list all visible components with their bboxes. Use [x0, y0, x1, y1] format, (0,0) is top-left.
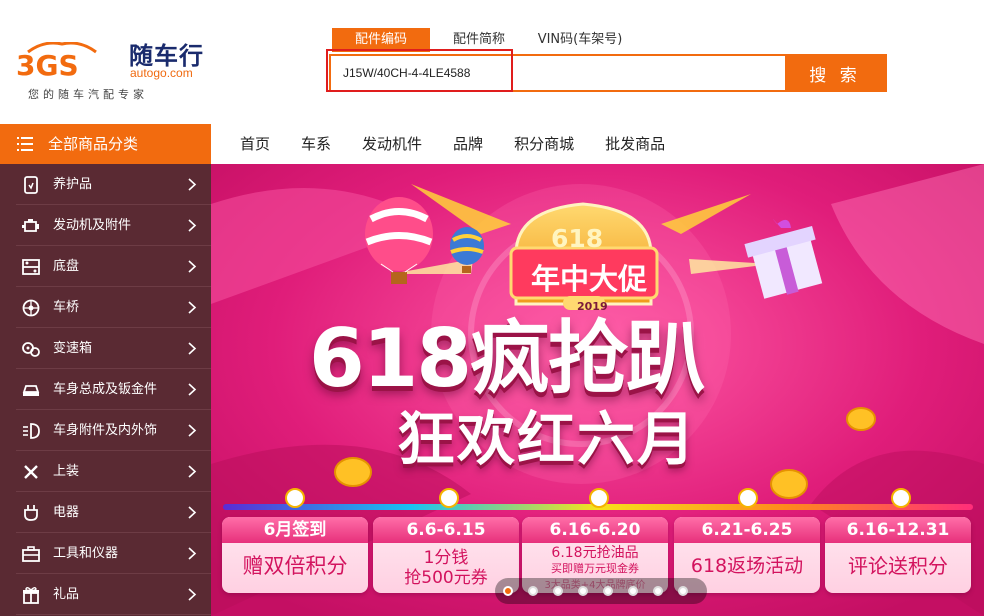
logo-brand-en: autogo.com: [130, 66, 193, 80]
carousel-dot[interactable]: [553, 586, 563, 596]
sidebar-item-tools[interactable]: 工具和仪器: [16, 533, 211, 574]
sidebar-item-car-body[interactable]: 车身总成及钣金件: [16, 369, 211, 410]
gearbox-icon: [22, 342, 40, 357]
promo-card-body: 6.18元抢油品: [551, 545, 639, 561]
category-sidebar: 养护品 发动机及附件 底盘 车桥 变速箱 车身总成及钣金件 车身附件及内外饰 上…: [0, 164, 211, 616]
search-tab-vin[interactable]: VIN码(车架号): [532, 28, 628, 52]
logo-mark-icon: 3GS: [16, 42, 97, 78]
sidebar-item-label: 车身总成及钣金件: [53, 382, 158, 397]
sidebar-item-label: 发动机及附件: [53, 218, 132, 233]
chevron-right-icon: [188, 178, 197, 191]
site-header: 3GS 随车行 autogo.com 您的随车汽配专家 配件编码 配件简称 VI…: [0, 0, 984, 124]
engine-icon: [22, 219, 39, 232]
tools-cross-icon: [24, 465, 38, 479]
sidebar-item-axle[interactable]: 车桥: [16, 287, 211, 328]
nav-link-wholesale[interactable]: 批发商品: [605, 124, 665, 164]
nav-link-engine-parts[interactable]: 发动机件: [362, 124, 422, 164]
chevron-right-icon: [188, 260, 197, 273]
sidebar-item-gearbox[interactable]: 变速箱: [16, 328, 211, 369]
chevron-right-icon: [188, 219, 197, 232]
badge-title: 年中大促: [531, 262, 648, 296]
toolbox-icon: [22, 546, 40, 562]
sidebar-item-chassis[interactable]: 底盘: [16, 246, 211, 287]
sidebar-item-label: 礼品: [53, 587, 80, 602]
promo-card-sub: 买即赠万元现金券: [551, 562, 639, 575]
sidebar-item-upper-body[interactable]: 上装: [16, 451, 211, 492]
chevron-right-icon: [188, 424, 197, 437]
site-logo[interactable]: 3GS 随车行 autogo.com 您的随车汽配专家: [14, 36, 204, 102]
sidebar-item-label: 底盘: [53, 259, 80, 274]
promo-card-head: 6.6-6.15: [373, 517, 519, 543]
carousel-dot[interactable]: [578, 586, 588, 596]
chevron-right-icon: [188, 588, 197, 601]
search-button[interactable]: 搜 索: [785, 56, 885, 90]
axle-icon: [22, 299, 40, 317]
badge-number: 618: [551, 224, 604, 253]
nav-link-points-mall[interactable]: 积分商城: [514, 124, 574, 164]
carousel-dot[interactable]: [628, 586, 638, 596]
carousel-dot[interactable]: [653, 586, 663, 596]
nav-link-brand[interactable]: 品牌: [453, 124, 483, 164]
sidebar-item-engine[interactable]: 发动机及附件: [16, 205, 211, 246]
nav-link-home[interactable]: 首页: [240, 124, 270, 164]
chevron-right-icon: [188, 383, 197, 396]
main-nav: 全部商品分类 首页 车系 发动机件 品牌 积分商城 批发商品: [0, 124, 984, 164]
nav-link-car-series[interactable]: 车系: [301, 124, 331, 164]
sidebar-item-label: 变速箱: [53, 341, 93, 356]
logo-slogan: 您的随车汽配专家: [28, 88, 148, 101]
maintenance-icon: [24, 176, 38, 194]
sidebar-item-label: 上装: [53, 464, 80, 479]
promo-card-review[interactable]: 6.16-12.31 评论送积分: [825, 517, 971, 593]
promo-card-body: 赠双倍积分: [242, 554, 348, 578]
sidebar-item-label: 车身附件及内外饰: [53, 423, 158, 438]
sidebar-item-body-accessories[interactable]: 车身附件及内外饰: [16, 410, 211, 451]
chevron-right-icon: [188, 547, 197, 560]
sidebar-item-maintenance[interactable]: 养护品: [16, 164, 211, 205]
list-menu-icon: [17, 137, 33, 151]
promo-card-head: 6.16-6.20: [522, 517, 668, 543]
promo-card-body: 1分钱: [423, 548, 469, 568]
promo-card-head: 6.21-6.25: [674, 517, 820, 543]
banner-subheadline: 狂欢红六月: [397, 405, 698, 473]
plug-icon: [24, 505, 38, 521]
promo-card-body: 评论送积分: [848, 554, 948, 578]
sidebar-item-label: 养护品: [53, 177, 93, 192]
promo-card-head: 6月签到: [222, 517, 368, 543]
svg-text:3GS: 3GS: [16, 49, 79, 78]
promo-card-body: 618返场活动: [690, 555, 804, 577]
car-body-icon: [22, 385, 40, 396]
chassis-icon: [22, 259, 40, 275]
carousel-pagination: [495, 578, 707, 604]
carousel-dot[interactable]: [603, 586, 613, 596]
promo-card-head: 6.16-12.31: [825, 517, 971, 543]
nav-links: 首页 车系 发动机件 品牌 积分商城 批发商品: [240, 124, 696, 164]
search-tab-part-code[interactable]: 配件编码: [332, 28, 430, 52]
gift-icon: [23, 587, 39, 604]
chevron-right-icon: [188, 301, 197, 314]
sidebar-item-label: 电器: [53, 505, 80, 520]
carousel-dot[interactable]: [678, 586, 688, 596]
sidebar-item-electrical[interactable]: 电器: [16, 492, 211, 533]
search-box: 搜 索: [329, 54, 887, 92]
promo-banner[interactable]: 618 年中大促 2019 618疯抢趴 狂欢红六月 6月签到 赠双倍积分 6.…: [211, 164, 984, 616]
all-categories-label: 全部商品分类: [48, 135, 139, 153]
sidebar-item-label: 工具和仪器: [53, 546, 119, 561]
promo-card-signin[interactable]: 6月签到 赠双倍积分: [222, 517, 368, 593]
sidebar-item-gifts[interactable]: 礼品: [16, 574, 211, 615]
search-tab-part-name[interactable]: 配件简称: [446, 28, 512, 52]
headlight-icon: [23, 423, 40, 439]
all-categories-button[interactable]: 全部商品分类: [0, 124, 211, 164]
search-input[interactable]: [331, 56, 787, 90]
chevron-right-icon: [188, 506, 197, 519]
carousel-dot[interactable]: [503, 586, 513, 596]
chevron-right-icon: [188, 465, 197, 478]
chevron-right-icon: [188, 342, 197, 355]
carousel-dot[interactable]: [528, 586, 538, 596]
sidebar-item-label: 车桥: [53, 300, 80, 315]
